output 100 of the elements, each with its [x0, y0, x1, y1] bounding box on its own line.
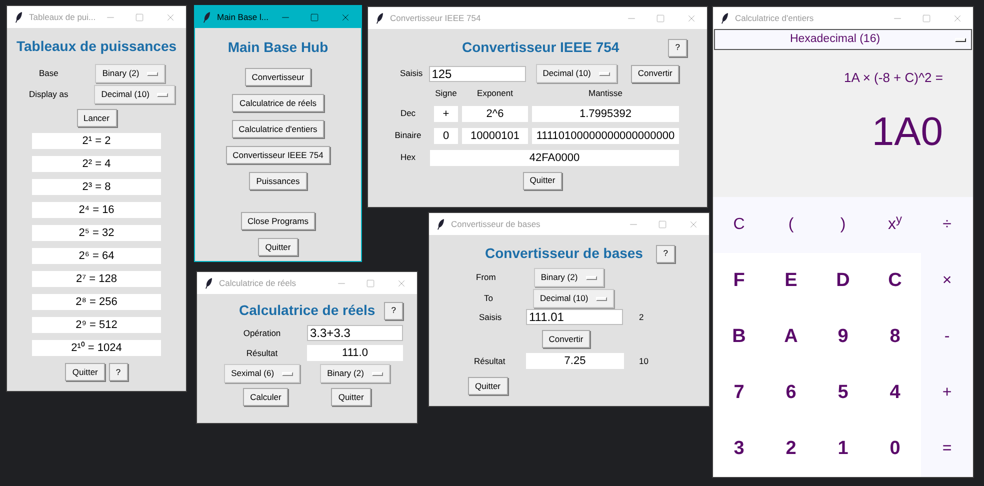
field-label: Résultat: [474, 354, 506, 368]
menu-indicator-icon: [955, 38, 966, 42]
button[interactable]: Convertir: [542, 330, 590, 348]
feather-icon: [203, 12, 211, 22]
input-field[interactable]: 111.01: [526, 309, 623, 325]
button[interactable]: Close Programs: [240, 212, 316, 230]
calculator-key[interactable]: =: [921, 421, 973, 477]
menu-indicator-icon: [586, 276, 597, 280]
result-field: 2⁹ = 512: [32, 317, 161, 333]
calculator-key[interactable]: ÷: [921, 197, 973, 253]
button[interactable]: Lancer: [76, 109, 116, 127]
calculator-key[interactable]: (: [765, 197, 817, 253]
calculator-key[interactable]: D: [817, 253, 869, 309]
calculator-key[interactable]: -: [921, 309, 973, 365]
button[interactable]: Calculer: [243, 388, 288, 406]
dropdown[interactable]: Binary (2): [95, 64, 166, 83]
calculator-key[interactable]: 3: [713, 421, 765, 477]
button[interactable]: Quitter: [331, 388, 371, 406]
output-field: 111.0: [307, 345, 403, 361]
button[interactable]: ?: [384, 302, 403, 320]
calculator-key[interactable]: 0: [869, 421, 921, 477]
button[interactable]: Calculatrice de réels: [232, 94, 324, 112]
dropdown[interactable]: Binary (2): [320, 364, 390, 383]
button[interactable]: Convertisseur: [244, 68, 312, 86]
output-field: 7.25: [526, 353, 624, 369]
dropdown[interactable]: Hexadecimal (16): [714, 29, 972, 50]
field-label: Résultat: [245, 346, 279, 360]
result-field: 2² = 4: [32, 156, 161, 172]
window-title: Convertisseur IEEE 754: [390, 12, 481, 24]
output-field: 2^6: [462, 106, 528, 122]
button[interactable]: ?: [108, 363, 128, 381]
result-field: 2¹⁰ = 1024: [32, 340, 161, 356]
button[interactable]: Convertisseur IEEE 754: [226, 146, 330, 164]
button[interactable]: Calculatrice d'entiers: [232, 120, 324, 138]
result-field: 2⁵ = 32: [32, 225, 161, 241]
window-heading: Convertisseur de bases: [485, 244, 643, 263]
output-field: 10000101: [462, 128, 528, 144]
feather-icon: [721, 12, 729, 24]
button[interactable]: Quitter: [468, 377, 508, 396]
field-label: Hex: [399, 151, 417, 164]
calculator-key[interactable]: E: [765, 253, 817, 309]
feather-icon: [205, 278, 213, 288]
button[interactable]: Quitter: [65, 363, 105, 381]
button[interactable]: Quitter: [258, 238, 298, 256]
calculator-key[interactable]: C: [713, 197, 765, 253]
calculator-key[interactable]: A: [765, 309, 817, 365]
button[interactable]: Convertir: [630, 64, 680, 82]
output-field: 42FA0000: [430, 150, 679, 166]
field-label: Saisis: [479, 310, 503, 324]
menu-indicator-icon: [598, 72, 610, 76]
button[interactable]: Puissances: [249, 172, 307, 190]
dropdown[interactable]: Decimal (10): [532, 289, 614, 308]
dropdown[interactable]: Decimal (10): [94, 85, 176, 104]
menu-indicator-icon: [372, 372, 383, 376]
calculator-key[interactable]: 4: [869, 365, 921, 421]
field-label: Base: [39, 67, 58, 80]
window-title: Main Base l...: [217, 10, 268, 24]
calculator-key[interactable]: ×: [921, 253, 973, 309]
expression-text: 1A × (-8 + C)^2 =: [844, 69, 943, 87]
button[interactable]: ?: [668, 38, 687, 56]
calculator-key[interactable]: 7: [713, 365, 765, 421]
button[interactable]: ?: [656, 244, 675, 262]
calculator-key[interactable]: 5: [817, 365, 869, 421]
calculator-key[interactable]: 9: [817, 309, 869, 365]
input-field[interactable]: 125: [428, 66, 526, 82]
result-field: 2⁸ = 256: [32, 294, 161, 310]
dropdown[interactable]: Seximal (6): [224, 364, 300, 383]
calculator-key[interactable]: B: [713, 309, 765, 365]
result-field: 2¹ = 2: [32, 133, 161, 149]
feather-icon: [437, 218, 445, 230]
field-label: Opération: [242, 326, 282, 340]
field-label: Dec: [399, 107, 417, 120]
calculator-key[interactable]: F: [713, 253, 765, 309]
output-field: 1.7995392: [532, 106, 679, 122]
window-heading: Calculatrice de réels: [239, 301, 376, 320]
window-heading: Tableaux de puissances: [16, 37, 177, 56]
field-label: 10: [639, 354, 648, 368]
calculator-key[interactable]: ): [817, 197, 869, 253]
calculator-key[interactable]: 2: [765, 421, 817, 477]
menu-indicator-icon: [596, 296, 608, 300]
window-heading: Main Base Hub: [228, 38, 328, 57]
calculator-key[interactable]: x$^{y}$: [869, 197, 921, 253]
input-field[interactable]: 3.3+3.3: [307, 325, 403, 341]
menu-indicator-icon: [282, 372, 294, 376]
calculator-key[interactable]: 6: [765, 365, 817, 421]
field-label: To: [484, 292, 493, 305]
calculator-key[interactable]: C: [869, 253, 921, 309]
calculator-key[interactable]: 8: [869, 309, 921, 365]
dropdown[interactable]: Binary (2): [534, 268, 604, 287]
field-label: From: [476, 271, 496, 284]
field-label: Mantisse: [587, 87, 624, 100]
calculator-key[interactable]: 1: [817, 421, 869, 477]
field-label: Signe: [434, 87, 458, 100]
dropdown[interactable]: Decimal (10): [536, 64, 617, 83]
feather-icon: [376, 12, 384, 24]
button[interactable]: Quitter: [522, 172, 562, 190]
calculator-key[interactable]: +: [921, 365, 973, 421]
output-field: 11110100000000000000000: [532, 128, 679, 144]
window-title: Convertisseur de bases: [451, 218, 540, 230]
field-label: Display as: [29, 88, 68, 101]
